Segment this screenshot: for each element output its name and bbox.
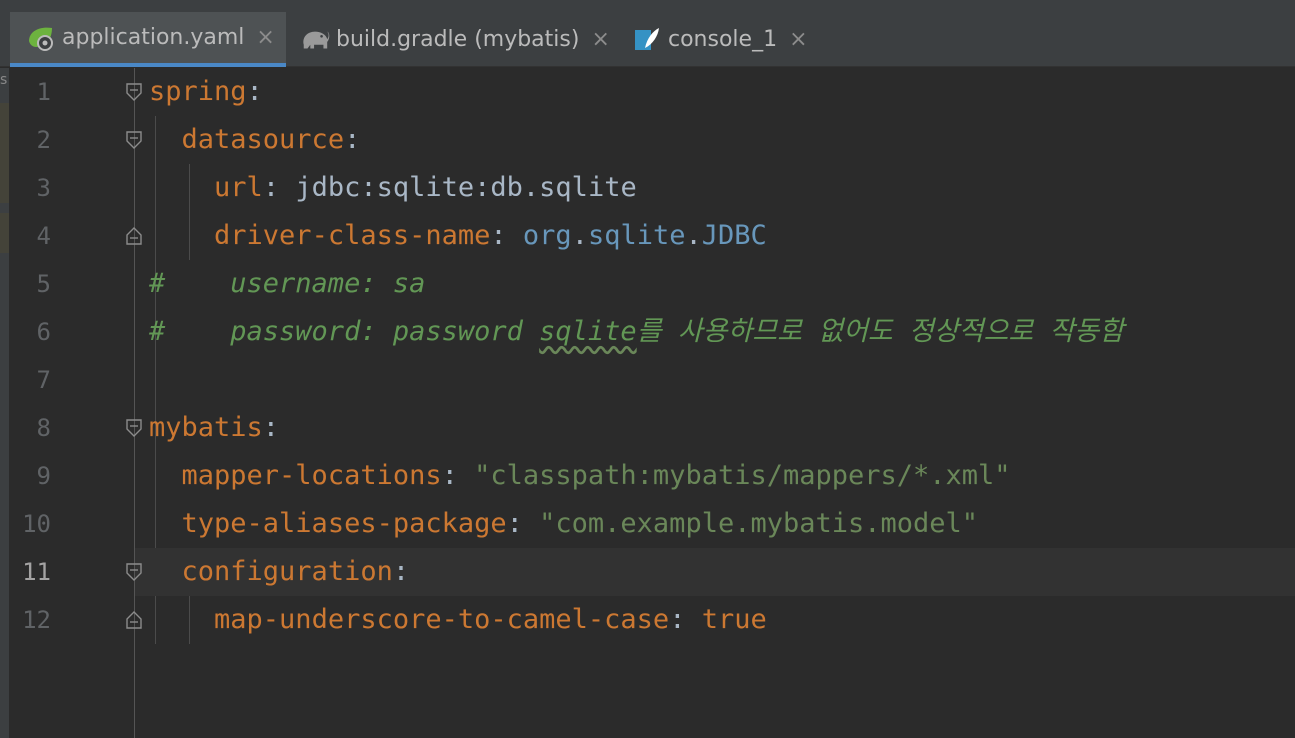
change-marker [0,103,9,203]
code-text: mybatis: [149,404,279,452]
code-text: spring: [149,68,263,116]
line-number: 2 [36,126,51,154]
yaml-value: JDBC [701,220,767,251]
comment-part: 를 사용하므로 없어도 정상적으로 작동함 [636,316,1124,347]
code-line[interactable]: 1 spring: [9,68,1295,116]
yaml-string: "com.example.mybatis.model" [539,508,979,539]
code-line[interactable]: 5 # username: sa [9,260,1295,308]
colon: : [246,76,263,107]
fold-open-icon[interactable] [125,418,143,438]
colon: : [262,412,280,443]
spring-leaf-icon [26,23,56,53]
yaml-value: sqlite [587,220,686,251]
code-line[interactable]: 3 url: jdbc:sqlite:db.sqlite [9,164,1295,212]
code-line[interactable]: 12 map-underscore-to-camel-case: true [9,596,1295,644]
colon: : [262,172,280,203]
line-number: 4 [36,222,51,250]
line-number: 5 [36,270,51,298]
yaml-key: mapper-locations [181,460,442,491]
fold-open-icon[interactable] [125,82,143,102]
code-line[interactable]: 7 [9,356,1295,404]
code-line[interactable]: 2 datasource: [9,116,1295,164]
comment-text: # password: password sqlite를 사용하므로 없어도 정… [149,308,1124,356]
colon: : [506,508,540,539]
editor-tab-bar: application.yaml × build.gradle (mybatis… [0,12,1295,67]
code-text: type-aliases-package: "com.example.mybat… [149,500,979,548]
gradle-elephant-icon [300,25,330,55]
tab-console-1[interactable]: console_1 × [616,12,836,67]
dot: . [685,220,702,251]
code-line[interactable]: 10 type-aliases-package: "com.example.my… [9,500,1295,548]
line-number: 10 [22,510,51,538]
code-text: map-underscore-to-camel-case: true [149,596,767,644]
close-tab-icon[interactable]: × [591,27,609,52]
yaml-key: datasource [181,124,345,155]
close-tab-icon[interactable]: × [256,25,274,50]
fold-end-icon[interactable] [125,610,143,630]
yaml-value: org [522,220,572,251]
fold-open-icon[interactable] [125,130,143,150]
fold-end-icon[interactable] [125,226,143,246]
code-line[interactable]: 4 driver-class-name: org.sqlite.JDBC [9,212,1295,260]
yaml-key: spring [149,76,247,107]
line-number: 1 [36,78,51,106]
yaml-key: url [214,172,263,203]
dot: . [571,220,588,251]
code-text: datasource: [149,116,361,164]
comment-part: # password: password [149,316,540,347]
yaml-key: type-aliases-package [181,508,507,539]
colon: : [669,604,702,635]
colon: : [344,124,361,155]
close-tab-icon[interactable]: × [789,27,807,52]
yaml-string: "classpath:mybatis/mappers/*.xml" [474,460,1011,491]
colon: : [441,460,475,491]
code-line[interactable]: 9 mapper-locations: "classpath:mybatis/m… [9,452,1295,500]
line-number: 8 [36,414,51,442]
code-line-current[interactable]: 11 configuration: [9,548,1295,596]
code-text: driver-class-name: org.sqlite.JDBC [149,212,767,260]
line-number: 9 [36,462,51,490]
yaml-key: mybatis [149,412,263,443]
comment-text: # username: sa [149,268,426,299]
left-strip-label: s [0,72,8,88]
fold-open-icon[interactable] [125,562,143,582]
left-tool-strip: s [0,68,9,738]
line-number: 11 [22,558,51,586]
code-text: mapper-locations: "classpath:mybatis/map… [149,452,1011,500]
code-text: url: jdbc:sqlite:db.sqlite [149,164,637,212]
code-line[interactable]: 8 mybatis: [9,404,1295,452]
colon: : [392,556,410,587]
change-marker [0,213,9,253]
line-number: 6 [36,318,51,346]
line-number: 7 [36,366,51,394]
yaml-value: jdbc:sqlite:db.sqlite [295,172,637,203]
typo-word: sqlite [539,316,637,347]
yaml-key: driver-class-name [214,220,491,251]
line-number: 3 [36,174,51,202]
tab-application-yaml[interactable]: application.yaml × [10,12,286,67]
tab-label: application.yaml [62,25,245,50]
yaml-key: configuration [181,556,393,587]
tab-label: build.gradle (mybatis) [336,27,580,52]
code-editor[interactable]: 1 spring: 2 datasource: 3 url: jdbc:sqli… [9,68,1295,738]
code-text: configuration: [149,548,410,596]
yaml-boolean: true [701,604,767,635]
code-line[interactable]: 6 # password: password sqlite를 사용하므로 없어도… [9,308,1295,356]
tab-label: console_1 [668,27,778,52]
colon: : [490,220,507,251]
tab-build-gradle[interactable]: build.gradle (mybatis) × [286,12,616,67]
sql-console-icon [632,25,662,55]
yaml-key: map-underscore-to-camel-case [214,604,670,635]
line-number: 12 [22,606,51,634]
